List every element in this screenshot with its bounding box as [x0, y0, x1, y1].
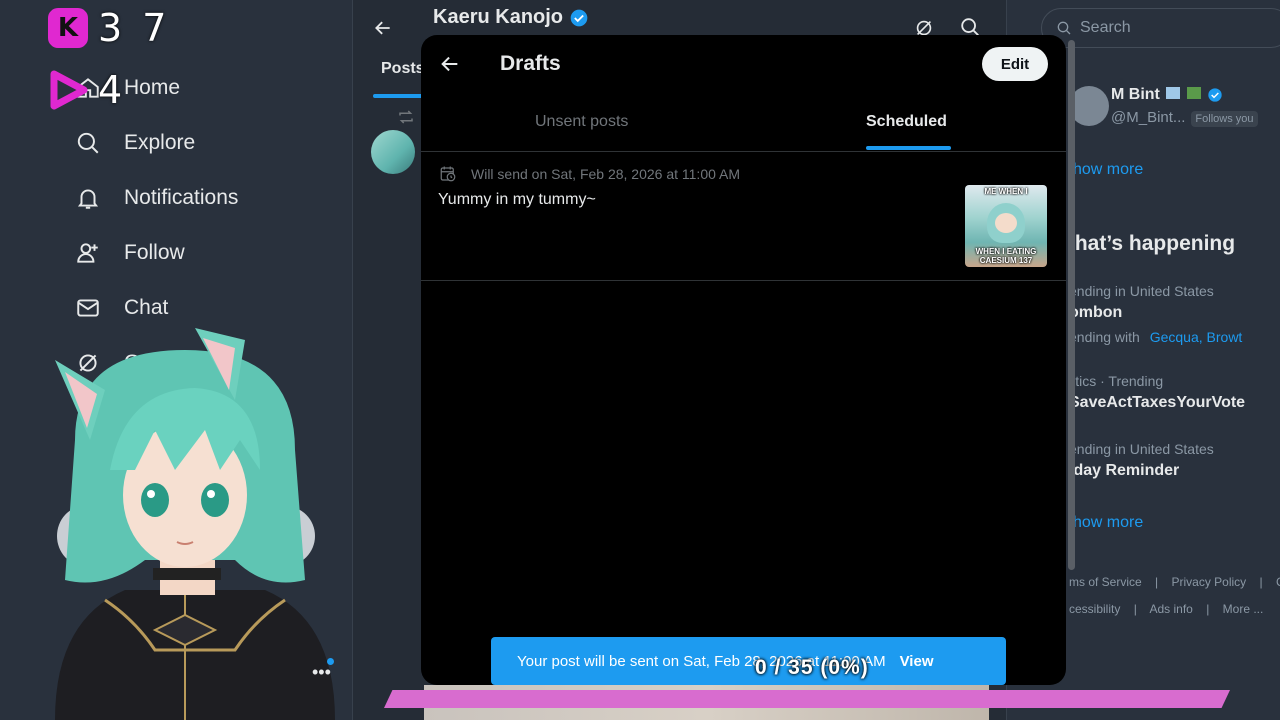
footer-links: cessibility | Ads info | More ... [1069, 602, 1264, 616]
kill-counter-overlay: K 3 7 [48, 6, 170, 50]
scrollbar[interactable] [1068, 40, 1075, 570]
back-arrow-icon [441, 56, 458, 72]
edit-button[interactable]: Edit [982, 47, 1048, 81]
modal-title: Drafts [500, 52, 561, 75]
tab-scheduled[interactable]: Scheduled [866, 113, 947, 131]
post-text: Yummy in my tummy~ [438, 191, 596, 208]
tab-scheduled-underline [866, 146, 951, 150]
schedule-info: Will send on Sat, Feb 28, 2026 at 11:00 … [439, 165, 740, 183]
follow-icon [74, 239, 102, 267]
more-dots-icon[interactable]: ••• [312, 662, 331, 683]
verified-badge-icon [570, 9, 588, 26]
profile-name: Kaeru Kanojo [433, 6, 589, 29]
tab-posts[interactable]: Posts [381, 60, 425, 78]
search-icon [1057, 21, 1071, 35]
verified-badge-icon [1208, 88, 1222, 102]
thumb-caption-top: ME WHEN I [984, 187, 1028, 196]
divider [421, 280, 1066, 281]
tab-unsent-posts[interactable]: Unsent posts [535, 113, 628, 131]
schedule-text: Will send on Sat, Feb 28, 2026 at 11:00 … [471, 166, 741, 182]
emoji-icon [1166, 87, 1181, 99]
trend-context: ending in United States [1069, 283, 1214, 299]
play-counter-overlay: 4 [48, 68, 126, 112]
search-icon [74, 129, 102, 157]
mail-icon [74, 294, 102, 322]
avatar[interactable] [371, 130, 415, 174]
show-more-link[interactable]: how more [1073, 161, 1143, 179]
search-input[interactable]: Search [1041, 8, 1280, 48]
sidebar-item-explore[interactable]: Explore [74, 129, 195, 157]
avatar[interactable] [1069, 86, 1109, 126]
sidebar-item-label: Home [124, 76, 181, 99]
footer-link-terms[interactable]: ms of Service [1069, 575, 1142, 589]
toast-view-button[interactable]: View [900, 653, 934, 670]
back-button[interactable] [439, 53, 461, 75]
back-arrow-icon[interactable] [373, 18, 393, 38]
vtuber-avatar-image [55, 328, 335, 720]
kill-count: 3 7 [98, 6, 171, 50]
thumb-face-shape [995, 213, 1017, 233]
trend-context: litics · Trending [1069, 373, 1164, 389]
follow-suggestion-name[interactable]: M Bint [1111, 86, 1223, 104]
footer-link-privacy[interactable]: Privacy Policy [1172, 575, 1247, 589]
trend-title[interactable]: iday Reminder [1069, 462, 1179, 480]
footer-link-ads-info[interactable]: Ads info [1150, 602, 1193, 616]
thumb-caption-bottom: WHEN I EATING CAESIUM 137 [975, 247, 1037, 265]
bird-emoji-icon [1186, 87, 1201, 99]
play-count: 4 [98, 68, 127, 112]
scheduled-toast: Your post will be sent on Sat, Feb 28, 2… [491, 637, 1006, 685]
sidebar-item-label: Explore [124, 131, 196, 154]
follows-you-badge: Follows you [1191, 111, 1258, 127]
sidebar-item-label: Follow [124, 241, 185, 264]
show-more-link[interactable]: how more [1073, 514, 1143, 532]
follow-suggestion-handle: @M_Bint... Follows you [1111, 109, 1258, 127]
trend-context: ending with Gecqua, Browt [1069, 329, 1243, 345]
repost-icon [399, 110, 413, 124]
drafts-modal: Drafts Edit Unsent posts Scheduled Will … [421, 35, 1066, 685]
k-badge-icon: K [48, 8, 88, 48]
footer-link-more[interactable]: More ... [1223, 602, 1264, 616]
search-placeholder: Search [1080, 19, 1131, 36]
bell-icon [74, 184, 102, 212]
trend-title[interactable]: SaveActTaxesYourVote [1069, 394, 1245, 412]
sidebar-item-notifications[interactable]: Notifications [74, 184, 238, 212]
footer-link-cookie[interactable]: C [1276, 575, 1280, 589]
goal-progress-text: 0 / 35 (0%) [755, 656, 869, 679]
divider [421, 151, 1066, 152]
sidebar-item-label: Chat [124, 296, 169, 319]
goal-progress-bar [384, 690, 1230, 708]
trend-title[interactable]: ombon [1069, 304, 1122, 322]
notification-dot [327, 658, 334, 665]
tab-posts-underline [373, 94, 423, 98]
post-thumbnail-image: ME WHEN I WHEN I EATING CAESIUM 137 [965, 185, 1047, 267]
sidebar-item-chat[interactable]: Chat [74, 294, 168, 322]
calendar-clock-icon [440, 166, 456, 182]
footer-link-accessibility[interactable]: cessibility [1069, 602, 1120, 616]
sidebar-item-label: Notifications [124, 186, 239, 209]
play-icon [48, 70, 88, 110]
sidebar-item-follow[interactable]: Follow [74, 239, 185, 267]
trend-context: ending in United States [1069, 441, 1214, 457]
trend-links[interactable]: Gecqua, Browt [1150, 329, 1243, 345]
footer-links: ms of Service | Privacy Policy | C [1069, 575, 1280, 589]
profile-name-text: Kaeru Kanojo [433, 6, 564, 28]
whats-happening-heading: /hat’s happening [1069, 232, 1236, 255]
